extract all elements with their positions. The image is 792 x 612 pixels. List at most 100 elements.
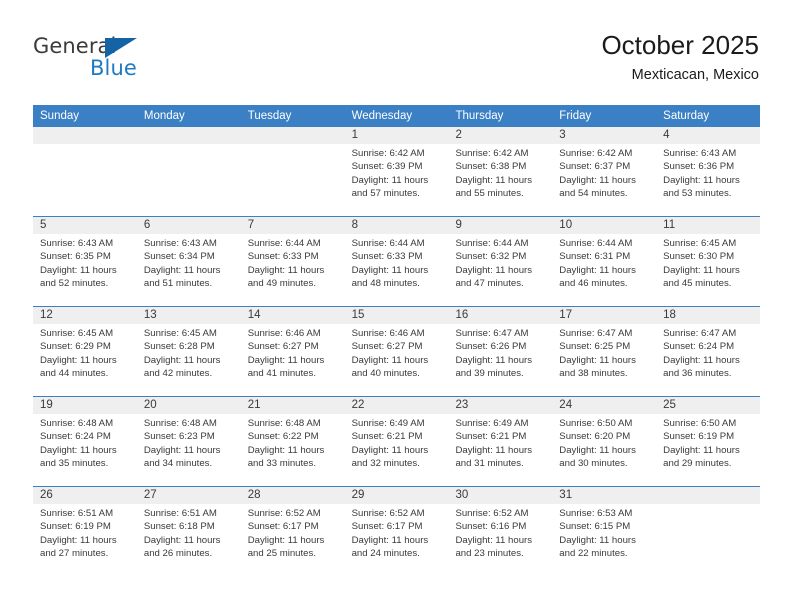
day-cell[interactable]: 1 Sunrise: 6:42 AM Sunset: 6:39 PM Daylight… xyxy=(344,127,449,216)
day-details: Sunrise: 6:44 AM Sunset: 6:33 PM Daylight:… xyxy=(345,234,449,290)
day-number: 2 xyxy=(448,127,553,144)
sunset-text: Sunset: 6:18 PM xyxy=(143,521,215,533)
day-cell[interactable]: 26 Sunrise: 6:51 AM Sunset: 6:19 PM Dayligh… xyxy=(33,487,137,576)
daylight-text-line1: Daylight: 11 hours xyxy=(351,264,429,276)
day-cell[interactable]: 6 Sunrise: 6:43 AM Sunset: 6:34 PM Daylight… xyxy=(136,217,241,306)
day-cell[interactable]: 21 Sunrise: 6:48 AM Sunset: 6:22 PM Dayligh… xyxy=(240,397,345,486)
day-cell[interactable]: 3 Sunrise: 6:42 AM Sunset: 6:37 PM Daylight… xyxy=(552,127,657,216)
daylight-text-line2: and 22 minutes. xyxy=(559,547,628,559)
sunset-text: Sunset: 6:35 PM xyxy=(40,251,111,263)
day-number: 24 xyxy=(552,397,657,414)
sunset-text: Sunset: 6:34 PM xyxy=(143,251,215,263)
day-number: 26 xyxy=(33,487,137,504)
day-cell[interactable]: 29 Sunrise: 6:52 AM Sunset: 6:17 PM Dayligh… xyxy=(344,487,449,576)
day-cell[interactable]: 30 Sunrise: 6:52 AM Sunset: 6:16 PM Dayligh… xyxy=(448,487,553,576)
day-cell[interactable]: 15 Sunrise: 6:46 AM Sunset: 6:27 PM Dayligh… xyxy=(344,307,449,396)
day-cell[interactable]: 19 Sunrise: 6:48 AM Sunset: 6:24 PM Dayligh… xyxy=(33,397,137,486)
sunrise-text: Sunrise: 6:44 AM xyxy=(455,238,529,249)
daylight-text-line1: Daylight: 11 hours xyxy=(40,354,117,366)
day-cell[interactable]: 25 Sunrise: 6:50 AM Sunset: 6:19 PM Dayligh… xyxy=(656,397,761,486)
daylight-text-line2: and 40 minutes. xyxy=(351,367,420,379)
sunrise-text: Sunrise: 6:42 AM xyxy=(559,148,633,159)
day-details: Sunrise: 6:49 AM Sunset: 6:21 PM Daylight:… xyxy=(345,414,449,470)
day-cell[interactable]: 24 Sunrise: 6:50 AM Sunset: 6:20 PM Dayligh… xyxy=(552,397,657,486)
daylight-text-line2: and 53 minutes. xyxy=(663,187,732,199)
sunset-text: Sunset: 6:39 PM xyxy=(351,161,423,173)
day-cell[interactable]: 14 Sunrise: 6:46 AM Sunset: 6:27 PM Dayligh… xyxy=(240,307,345,396)
week-row: 12 Sunrise: 6:45 AM Sunset: 6:29 PM Dayligh… xyxy=(33,306,761,396)
daylight-text-line1: Daylight: 11 hours xyxy=(455,534,533,546)
daylight-text-line1: Daylight: 11 hours xyxy=(351,174,429,186)
daylight-text-line1: Daylight: 11 hours xyxy=(351,444,429,456)
day-number: 10 xyxy=(552,217,657,234)
day-cell[interactable]: 9 Sunrise: 6:44 AM Sunset: 6:32 PM Daylight… xyxy=(448,217,553,306)
daylight-text-line1: Daylight: 11 hours xyxy=(455,264,533,276)
sunrise-text: Sunrise: 6:48 AM xyxy=(247,418,321,429)
daylight-text-line1: Daylight: 11 hours xyxy=(351,534,429,546)
daylight-text-line2: and 29 minutes. xyxy=(663,457,732,469)
sunset-text: Sunset: 6:28 PM xyxy=(143,341,215,353)
daylight-text-line2: and 49 minutes. xyxy=(247,277,316,289)
day-cell[interactable]: 28 Sunrise: 6:52 AM Sunset: 6:17 PM Dayligh… xyxy=(240,487,345,576)
day-details: Sunrise: 6:46 AM Sunset: 6:27 PM Daylight:… xyxy=(241,324,345,380)
day-cell[interactable]: 4 Sunrise: 6:43 AM Sunset: 6:36 PM Daylight… xyxy=(656,127,761,216)
daylight-text-line2: and 44 minutes. xyxy=(40,367,109,379)
sunrise-text: Sunrise: 6:51 AM xyxy=(143,508,217,519)
day-cell[interactable]: 8 Sunrise: 6:44 AM Sunset: 6:33 PM Daylight… xyxy=(344,217,449,306)
sunrise-text: Sunrise: 6:43 AM xyxy=(663,148,737,159)
day-cell[interactable]: 31 Sunrise: 6:53 AM Sunset: 6:15 PM Dayligh… xyxy=(552,487,657,576)
daylight-text-line2: and 55 minutes. xyxy=(455,187,524,199)
weekday-header-monday: Monday xyxy=(143,110,185,122)
day-details: Sunrise: 6:52 AM Sunset: 6:17 PM Daylight:… xyxy=(241,504,345,560)
day-cell[interactable]: 5 Sunrise: 6:43 AM Sunset: 6:35 PM Daylight… xyxy=(33,217,137,306)
general-blue-logo[interactable]: General Blue xyxy=(33,34,233,90)
day-number: 21 xyxy=(240,397,345,414)
sunset-text: Sunset: 6:24 PM xyxy=(40,431,111,443)
sunrise-text: Sunrise: 6:46 AM xyxy=(247,328,321,339)
daylight-text-line1: Daylight: 11 hours xyxy=(247,534,325,546)
day-details: Sunrise: 6:46 AM Sunset: 6:27 PM Daylight:… xyxy=(345,324,449,380)
day-cell[interactable]: 7 Sunrise: 6:44 AM Sunset: 6:33 PM Daylight… xyxy=(240,217,345,306)
sunset-text: Sunset: 6:36 PM xyxy=(663,161,735,173)
day-details: Sunrise: 6:45 AM Sunset: 6:30 PM Daylight:… xyxy=(656,234,760,290)
daylight-text-line1: Daylight: 11 hours xyxy=(40,444,117,456)
logo-text-general: General xyxy=(33,34,117,58)
day-details: Sunrise: 6:52 AM Sunset: 6:17 PM Daylight:… xyxy=(345,504,449,560)
weekday-header-wednesday: Wednesday xyxy=(351,110,413,122)
day-details: Sunrise: 6:44 AM Sunset: 6:33 PM Daylight:… xyxy=(241,234,345,290)
daylight-text-line1: Daylight: 11 hours xyxy=(559,354,636,366)
weekday-header-friday: Friday xyxy=(559,110,592,122)
day-number: 19 xyxy=(33,397,137,414)
sunrise-text: Sunrise: 6:45 AM xyxy=(663,238,737,249)
day-cell[interactable]: 20 Sunrise: 6:48 AM Sunset: 6:23 PM Dayligh… xyxy=(136,397,241,486)
day-cell[interactable]: 18 Sunrise: 6:47 AM Sunset: 6:24 PM Dayligh… xyxy=(656,307,761,396)
day-cell[interactable]: 23 Sunrise: 6:49 AM Sunset: 6:21 PM Dayligh… xyxy=(448,397,553,486)
day-number: 16 xyxy=(448,307,553,324)
sunrise-text: Sunrise: 6:47 AM xyxy=(559,328,633,339)
weekday-header-sunday: Sunday xyxy=(40,110,80,122)
day-cell[interactable]: 27 Sunrise: 6:51 AM Sunset: 6:18 PM Dayligh… xyxy=(136,487,241,576)
day-number: 4 xyxy=(656,127,761,144)
day-number: 20 xyxy=(136,397,241,414)
day-cell[interactable]: 11 Sunrise: 6:45 AM Sunset: 6:30 PM Dayligh… xyxy=(656,217,761,306)
day-number: 31 xyxy=(552,487,657,504)
day-cell[interactable]: 12 Sunrise: 6:45 AM Sunset: 6:29 PM Dayligh… xyxy=(33,307,137,396)
daylight-text-line1: Daylight: 11 hours xyxy=(143,264,221,276)
sunset-text: Sunset: 6:21 PM xyxy=(351,431,423,443)
daylight-text-line1: Daylight: 11 hours xyxy=(143,354,221,366)
sunrise-text: Sunrise: 6:49 AM xyxy=(455,418,529,429)
day-details: Sunrise: 6:42 AM Sunset: 6:39 PM Daylight:… xyxy=(345,144,449,200)
daylight-text-line2: and 35 minutes. xyxy=(40,457,109,469)
day-cell[interactable]: 10 Sunrise: 6:44 AM Sunset: 6:31 PM Dayligh… xyxy=(552,217,657,306)
day-cell[interactable]: 22 Sunrise: 6:49 AM Sunset: 6:21 PM Dayligh… xyxy=(344,397,449,486)
day-cell[interactable]: 16 Sunrise: 6:47 AM Sunset: 6:26 PM Dayligh… xyxy=(448,307,553,396)
day-details: Sunrise: 6:42 AM Sunset: 6:37 PM Daylight:… xyxy=(552,144,656,200)
daylight-text-line1: Daylight: 11 hours xyxy=(663,174,740,186)
day-cell[interactable]: 2 Sunrise: 6:42 AM Sunset: 6:38 PM Daylight… xyxy=(448,127,553,216)
day-cell[interactable]: 13 Sunrise: 6:45 AM Sunset: 6:28 PM Dayligh… xyxy=(136,307,241,396)
sunset-text: Sunset: 6:20 PM xyxy=(559,431,631,443)
daylight-text-line2: and 30 minutes. xyxy=(559,457,628,469)
day-cell[interactable]: 17 Sunrise: 6:47 AM Sunset: 6:25 PM Dayligh… xyxy=(552,307,657,396)
daylight-text-line1: Daylight: 11 hours xyxy=(40,264,117,276)
daylight-text-line1: Daylight: 11 hours xyxy=(663,354,740,366)
